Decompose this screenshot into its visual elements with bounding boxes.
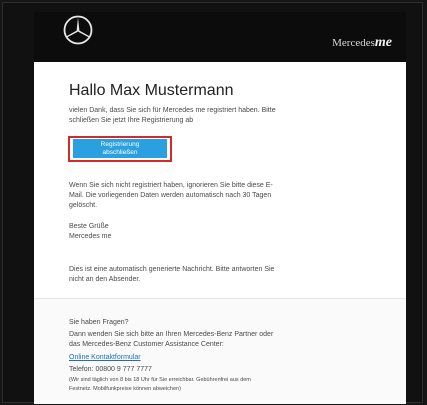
email-header: Mercedesme — [34, 12, 406, 62]
auto-line: Dies ist eine automatisch generierte Nac… — [69, 266, 275, 273]
brand-suffix: me — [374, 35, 392, 50]
mercedes-me-wordmark: Mercedesme — [332, 35, 392, 51]
phone-number: Telefon: 00800 9 777 7777 — [69, 366, 152, 373]
cta-label-line: Registrierung — [100, 141, 140, 148]
auto-line: nicht an den Absender. — [69, 276, 141, 283]
signoff-line: Mercedes me — [69, 233, 112, 240]
hours-line: Festnetz. Mobilfunkpreise können abweich… — [69, 386, 181, 392]
signoff-line: Beste Grüße — [69, 223, 109, 230]
intro-text: vielen Dank, dass Sie sich für Mercedes … — [69, 106, 369, 126]
footer-contact-text: Dann wenden Sie sich bitte an Ihren Merc… — [69, 330, 369, 350]
brand-name: Mercedes — [332, 37, 375, 49]
contact-line: Dann wenden Sie sich bitte an Ihren Merc… — [69, 331, 274, 338]
footer-question: Sie haben Fragen? — [69, 318, 369, 328]
hours-line: (Wir sind täglich von 8 bis 18 Uhr für S… — [69, 377, 251, 383]
intro-line: schließen Sie jetzt Ihre Registrierung a… — [69, 117, 194, 124]
notice-line: Mail. Die vorliegenden Daten werden auto… — [69, 192, 272, 199]
notice-text: Wenn Sie sich nicht registriert haben, i… — [69, 181, 369, 211]
footer-hours-text: (Wir sind täglich von 8 bis 18 Uhr für S… — [69, 376, 369, 394]
email-body: Hallo Max Mustermann vielen Dank, dass S… — [34, 62, 406, 404]
notice-line: Wenn Sie sich nicht registriert haben, i… — [69, 182, 273, 189]
contact-line: das Mercedes-Benz Customer Assistance Ce… — [69, 341, 224, 348]
auto-message-text: Dies ist eine automatisch generierte Nac… — [69, 265, 369, 285]
notice-line: gelöscht. — [69, 202, 98, 209]
complete-registration-button[interactable]: Registrierung abschließen — [73, 139, 167, 158]
greeting-heading: Hallo Max Mustermann — [69, 82, 234, 99]
footer-phone-row: Telefon: 00800 9 777 7777 — [69, 365, 369, 375]
intro-line: vielen Dank, dass Sie sich für Mercedes … — [69, 107, 276, 114]
mercedes-star-logo-icon — [63, 15, 93, 45]
question-line: Sie haben Fragen? — [69, 319, 129, 326]
footer-link-row: Online Kontaktformular — [69, 353, 369, 363]
contact-form-link[interactable]: Online Kontaktformular — [69, 353, 369, 363]
cta-label-line: abschließen — [102, 149, 138, 156]
signoff-text: Beste Grüße Mercedes me — [69, 222, 369, 242]
